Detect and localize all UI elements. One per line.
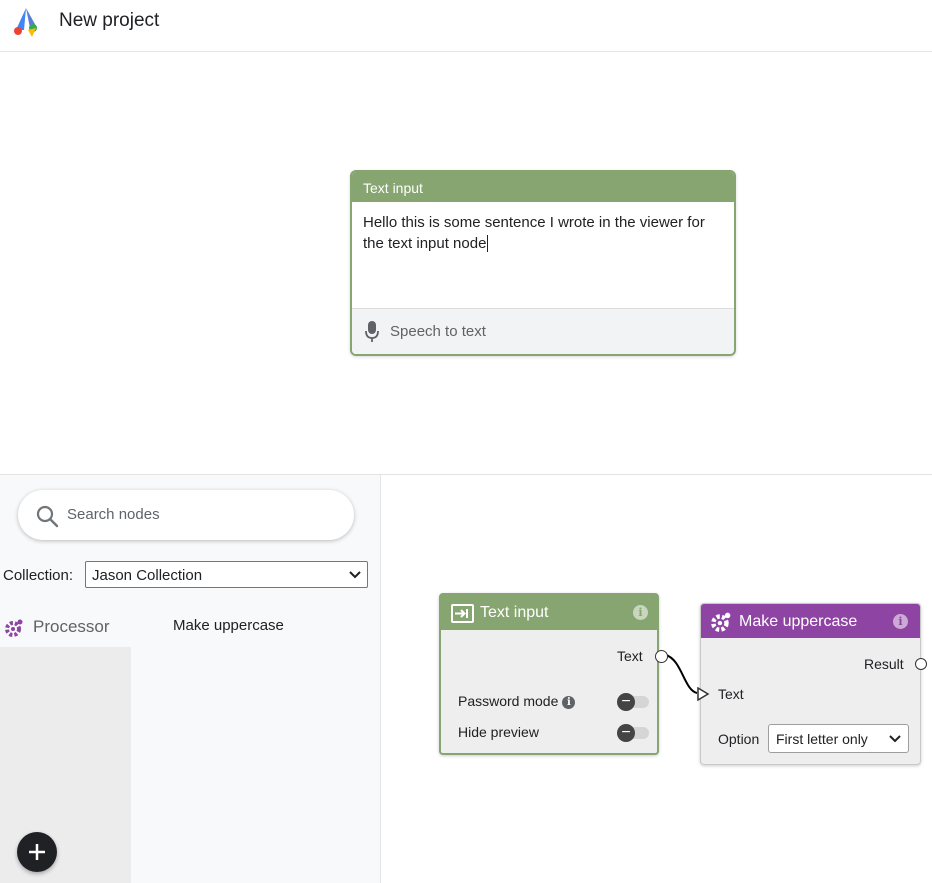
node-library-sidebar: Search nodes Collection: Jason Collectio… — [0, 475, 381, 883]
hide-preview-toggle[interactable]: − — [617, 724, 649, 742]
viewer-text-input-card: Text input Hello this is some sentence I… — [350, 170, 736, 356]
option-select[interactable]: First letter only — [768, 724, 909, 753]
make-uppercase-node[interactable]: Make uppercase i Result Text Option Firs… — [697, 603, 927, 765]
viewer-panel: Text input Hello this is some sentence I… — [0, 52, 932, 475]
text-input-port-label: Text — [718, 686, 744, 702]
make-uppercase-node-title: Make uppercase — [739, 613, 858, 630]
app-header: New project — [0, 0, 932, 52]
collection-value: Jason Collection — [92, 567, 203, 584]
search-placeholder: Search nodes — [67, 506, 160, 523]
text-input-port[interactable] — [696, 687, 710, 701]
text-input-node[interactable]: Text input i Text Password mode i − Hide … — [439, 593, 668, 755]
chevron-down-icon — [349, 571, 361, 579]
minus-icon: − — [617, 693, 635, 711]
viewer-text: Hello this is some sentence I wrote in t… — [363, 214, 705, 252]
node-list-item[interactable]: Make uppercase — [173, 617, 284, 634]
microphone-icon — [365, 321, 379, 342]
collection-select[interactable]: Jason Collection — [85, 561, 368, 588]
category-processor[interactable]: Processor — [0, 610, 131, 646]
add-button[interactable] — [17, 832, 57, 872]
project-title[interactable]: New project — [59, 10, 159, 32]
viewer-text-area[interactable]: Hello this is some sentence I wrote in t… — [352, 202, 734, 317]
chevron-down-icon — [889, 735, 901, 743]
option-value: First letter only — [776, 731, 868, 747]
result-output-port[interactable] — [915, 658, 927, 670]
info-icon[interactable]: i — [893, 614, 908, 629]
password-mode-label: Password mode i — [458, 693, 576, 709]
speech-to-text-button[interactable]: Speech to text — [352, 308, 734, 354]
make-uppercase-node-header[interactable]: Make uppercase i — [701, 604, 920, 638]
info-icon[interactable]: i — [633, 605, 648, 620]
gear-icon — [711, 612, 731, 632]
text-input-node-title: Text input — [480, 604, 549, 621]
search-input[interactable]: Search nodes — [18, 490, 354, 540]
category-label: Processor — [33, 617, 110, 636]
search-icon — [36, 505, 59, 528]
minus-icon: − — [617, 724, 635, 742]
output-port-label: Text — [617, 648, 643, 664]
collection-label: Collection: — [3, 567, 74, 584]
input-icon — [451, 604, 474, 623]
plus-icon — [29, 844, 45, 860]
speech-to-text-label: Speech to text — [390, 323, 486, 340]
option-label: Option — [718, 731, 760, 747]
gear-icon — [5, 619, 23, 637]
password-mode-toggle[interactable]: − — [617, 693, 649, 711]
info-icon[interactable]: i — [562, 696, 576, 709]
hide-preview-label: Hide preview — [458, 724, 539, 740]
app-logo[interactable] — [12, 6, 46, 38]
text-input-node-header[interactable]: Text input i — [441, 595, 657, 630]
text-output-port[interactable] — [655, 650, 668, 663]
result-port-label: Result — [864, 656, 904, 672]
viewer-card-title: Text input — [352, 172, 734, 202]
